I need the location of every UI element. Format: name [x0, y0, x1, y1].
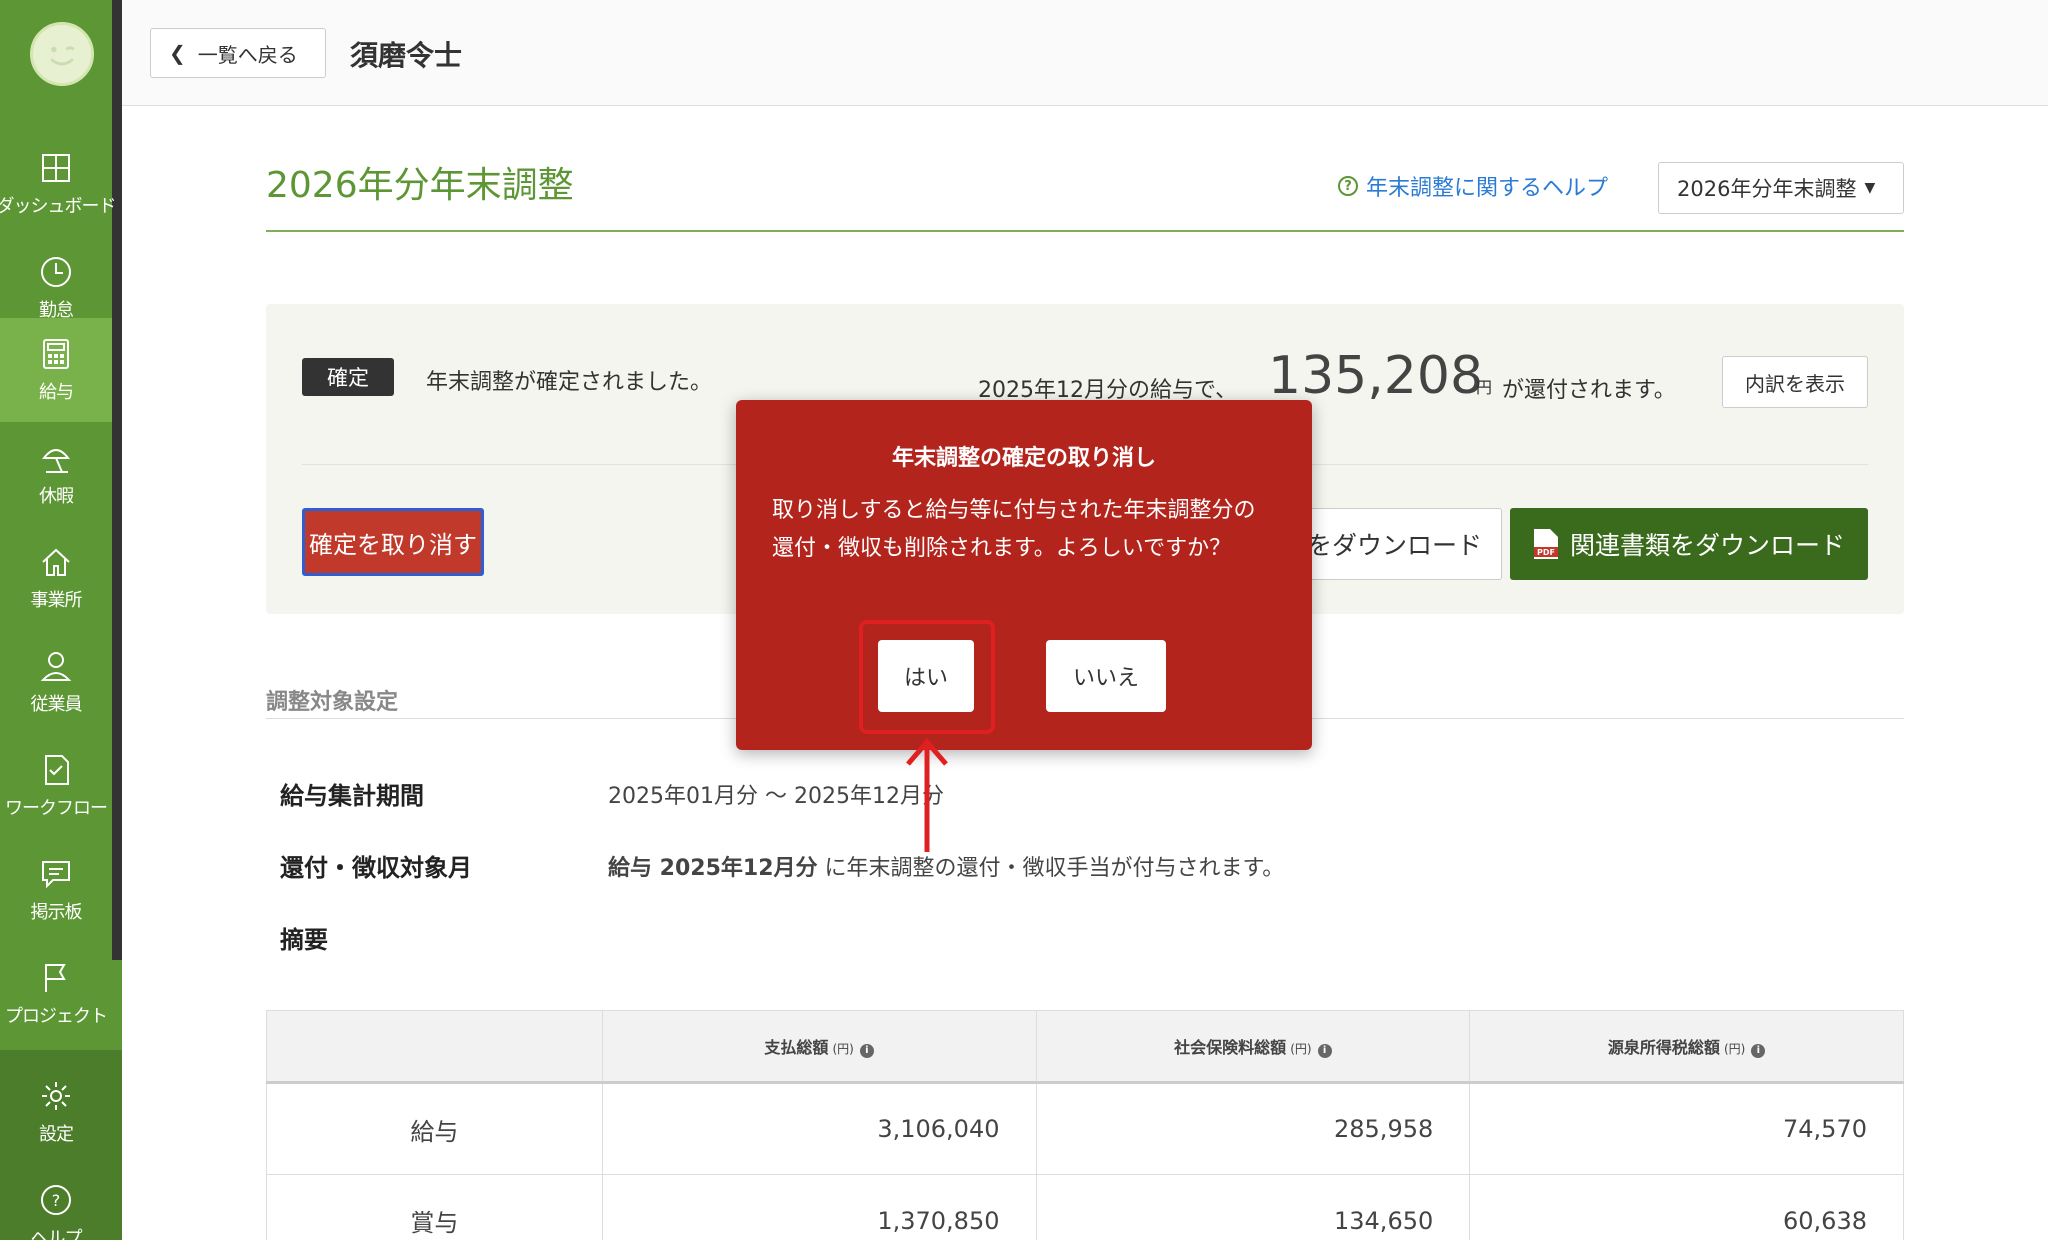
- sidebar-item-settings[interactable]: 設定: [0, 1060, 112, 1164]
- parasol-icon: [41, 449, 71, 473]
- sidebar-item-leave[interactable]: 休暇: [0, 422, 112, 526]
- download-documents-label: 関連書類をダウンロード: [1570, 531, 1846, 560]
- table-row: 賞与 1,370,850 134,650 60,638: [266, 1174, 1904, 1240]
- top-bar: ❮ 一覧へ戻る 須磨令士: [122, 0, 2048, 106]
- download-documents-button[interactable]: PDF 関連書類をダウンロード: [1510, 508, 1868, 580]
- help-icon: ?: [41, 1185, 71, 1215]
- calculator-icon: [43, 339, 69, 369]
- target-month-label: 還付・徴収対象月: [280, 854, 472, 882]
- sidebar-item-payroll[interactable]: 給与: [0, 318, 112, 422]
- table-header-row: 支払総額 (円) i 社会保険料総額 (円) i 源泉所得税総額 (円) i: [266, 1010, 1904, 1084]
- period-value: 2025年01月分 〜 2025年12月分: [608, 784, 944, 809]
- sidebar: ダッシュボード 勤怠 給与 休暇 事業所 従業員 ワークフロー 掲示板 プロジェ…: [0, 0, 122, 1240]
- header-label: 社会保険料総額: [1174, 1038, 1287, 1057]
- avatar[interactable]: [30, 22, 94, 86]
- page-title: 2026年分年末調整: [266, 165, 574, 206]
- header-label: 支払総額: [764, 1038, 829, 1057]
- cancel-confirmation-button[interactable]: 確定を取り消す: [302, 508, 484, 576]
- smiley-icon: [50, 46, 75, 66]
- sidebar-item-employees[interactable]: 従業員: [0, 630, 112, 734]
- refund-suffix: が還付されます。: [1502, 378, 1676, 403]
- help-link[interactable]: ? 年末調整に関するヘルプ: [1338, 170, 1608, 202]
- table-cell: 1,370,850: [601, 1174, 1037, 1240]
- arrow-up-icon: [906, 738, 948, 852]
- clock-icon: [41, 257, 71, 287]
- sidebar-item-label: 掲示板: [30, 902, 83, 923]
- table-cell: 285,958: [1035, 1082, 1471, 1175]
- back-to-list-button[interactable]: ❮ 一覧へ戻る: [150, 28, 326, 78]
- table-cell: 60,638: [1469, 1174, 1904, 1240]
- sidebar-item-dashboard[interactable]: ダッシュボード: [0, 132, 117, 236]
- svg-text:?: ?: [52, 1191, 61, 1210]
- totals-table: 支払総額 (円) i 社会保険料総額 (円) i 源泉所得税総額 (円) i 給与 3,10…: [266, 1010, 1904, 1240]
- period-label: 給与集計期間: [280, 782, 424, 810]
- person-icon: [40, 652, 72, 681]
- header-unit: (円): [1723, 1042, 1746, 1056]
- svg-text:PDF: PDF: [1537, 548, 1555, 557]
- flag-icon: [45, 964, 66, 992]
- sidebar-item-label: 事業所: [30, 590, 83, 611]
- section-title: 調整対象設定: [266, 690, 399, 715]
- dashboard-icon: [42, 154, 70, 182]
- target-month-bold: 給与 2025年12月分: [608, 856, 818, 881]
- home-icon: [42, 548, 70, 576]
- status-message: 年末調整が確定されました。: [426, 370, 713, 395]
- sidebar-item-label: ワークフロー: [5, 798, 108, 819]
- question-icon: ?: [1338, 176, 1358, 196]
- header-unit: (円): [832, 1042, 854, 1056]
- sidebar-item-board[interactable]: 掲示板: [0, 838, 112, 942]
- gear-icon: [42, 1082, 70, 1110]
- info-icon[interactable]: i: [1751, 1044, 1766, 1058]
- sidebar-scrollbar[interactable]: [112, 0, 122, 960]
- table-cell: 74,570: [1469, 1082, 1904, 1175]
- back-button-label: 一覧へ戻る: [197, 42, 298, 67]
- help-link-label: 年末調整に関するヘルプ: [1366, 176, 1609, 201]
- dialog-message: 取り消しすると給与等に付与された年末調整分の還付・徴収も削除されます。よろしいで…: [772, 498, 1256, 561]
- sidebar-item-office[interactable]: 事業所: [0, 526, 112, 630]
- sidebar-item-label: 休暇: [39, 486, 74, 507]
- employee-name: 須磨令士: [350, 39, 463, 72]
- info-icon[interactable]: i: [859, 1044, 874, 1058]
- refund-amount: 135,208: [1268, 346, 1484, 406]
- row-label: 給与: [266, 1082, 603, 1175]
- cancel-confirmation-dialog: 年末調整の確定の取り消し 取り消しすると給与等に付与された年末調整分の還付・徴収…: [736, 400, 1312, 750]
- sidebar-item-workflow[interactable]: ワークフロー: [0, 734, 112, 838]
- summary-label: 摘要: [280, 926, 328, 954]
- year-select-value: 2026年分年末調整: [1677, 177, 1857, 201]
- checklist-icon: [45, 755, 69, 785]
- pdf-icon: PDF: [1534, 529, 1558, 559]
- caret-down-icon: ▼: [1864, 180, 1876, 196]
- sidebar-item-project[interactable]: プロジェクト: [0, 942, 112, 1046]
- chevron-left-icon: ❮: [169, 41, 186, 65]
- sidebar-item-label: ヘルプ: [30, 1228, 83, 1240]
- info-icon[interactable]: i: [1317, 1044, 1332, 1058]
- row-label: 賞与: [266, 1174, 603, 1240]
- table-header-blank: [266, 1010, 603, 1084]
- target-month-rest: に年末調整の還付・徴収手当が付与されます。: [817, 856, 1285, 881]
- chat-icon: [42, 861, 70, 889]
- sidebar-item-label: 給与: [39, 382, 74, 403]
- table-header: 源泉所得税総額 (円) i: [1469, 1010, 1904, 1084]
- sidebar-item-label: ダッシュボード: [0, 196, 117, 217]
- table-cell: 3,106,040: [601, 1082, 1037, 1175]
- sidebar-item-help[interactable]: ? ヘルプ: [0, 1164, 112, 1240]
- table-cell: 134,650: [1035, 1174, 1471, 1240]
- show-breakdown-button[interactable]: 内訳を表示: [1722, 356, 1868, 408]
- title-divider: [266, 230, 1904, 232]
- highlight-ring: [859, 620, 995, 734]
- refund-unit: 円: [1476, 378, 1493, 397]
- dialog-title: 年末調整の確定の取り消し: [891, 446, 1156, 471]
- table-header: 支払総額 (円) i: [601, 1010, 1037, 1084]
- sidebar-item-label: プロジェクト: [5, 1006, 108, 1027]
- header-label: 源泉所得税総額: [1607, 1038, 1720, 1057]
- header-unit: (円): [1290, 1042, 1312, 1056]
- target-month-value: 給与 2025年12月分 に年末調整の還付・徴収手当が付与されます。: [608, 850, 1284, 882]
- sidebar-item-label: 従業員: [30, 694, 83, 715]
- no-button[interactable]: いいえ: [1046, 640, 1166, 712]
- table-header: 社会保険料総額 (円) i: [1035, 1010, 1471, 1084]
- status-badge: 確定: [302, 358, 394, 396]
- sidebar-item-label: 設定: [39, 1124, 74, 1145]
- year-select[interactable]: 2026年分年末調整 ▼: [1658, 162, 1904, 214]
- table-row: 給与 3,106,040 285,958 74,570: [266, 1082, 1904, 1175]
